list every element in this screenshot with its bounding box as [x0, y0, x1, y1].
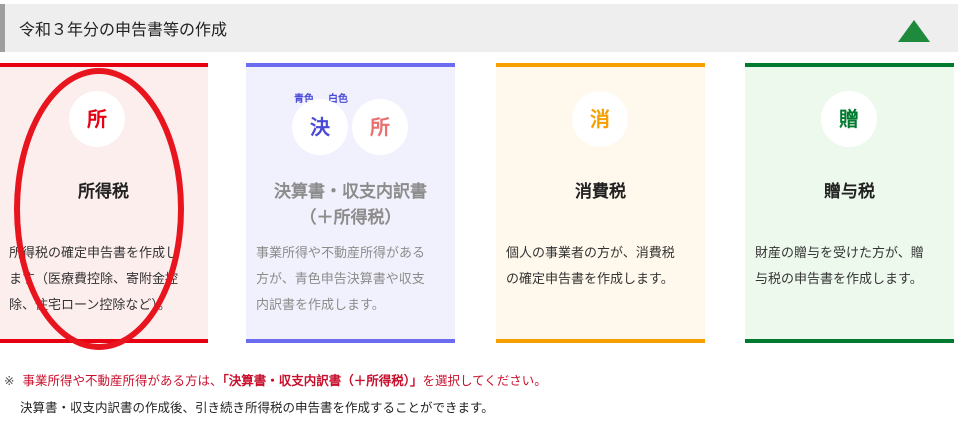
- card-gift-tax[interactable]: 贈 贈与税 財産の贈与を受けた方が、贈 与税の申告書を作成します。: [745, 63, 954, 343]
- note-line-1: ※ 事業所得や不動産所得がある方は、「決算書・収支内訳書（＋所得税）」を選択してく…: [4, 373, 547, 388]
- section-title: 令和３年分の申告書等の作成: [19, 20, 228, 39]
- settlement-income-icon: 所: [352, 99, 408, 155]
- note-prefix: ※: [4, 373, 15, 388]
- collapse-triangle-icon[interactable]: [898, 20, 930, 42]
- section-header[interactable]: 令和３年分の申告書等の作成: [0, 4, 958, 52]
- note-line-2: 決算書・収支内訳書の作成後、引き続き所得税の申告書を作成することができます。: [20, 400, 494, 415]
- card-income-tax-name: 所得税: [78, 182, 129, 202]
- note-highlight: 「決算書・収支内訳書（＋所得税）」: [222, 373, 423, 388]
- card-gift-tax-desc: 財産の贈与を受けた方が、贈 与税の申告書を作成します。: [755, 246, 924, 287]
- income-tax-icon: 所: [69, 91, 125, 147]
- card-gift-tax-name: 贈与税: [824, 182, 875, 202]
- card-settlement-name-1: 決算書・収支内訳書: [274, 182, 427, 202]
- card-consumption-tax-desc: 個人の事業者の方が、消費税 の確定申告書を作成します。: [506, 246, 675, 287]
- card-income-tax-desc: 所得税の確定申告書を作成し ます（医療費控除、寄附金控 除、住宅ローン控除など）…: [9, 246, 179, 313]
- card-consumption-tax-name: 消費税: [575, 182, 626, 202]
- card-settlement[interactable]: 青色 白色 決 所 決算書・収支内訳書 （＋所得税） 事業所得や不動産所得がある…: [246, 63, 455, 343]
- gift-tax-icon: 贈: [821, 91, 877, 147]
- card-settlement-name-2: （＋所得税）: [299, 208, 402, 228]
- settlement-blue-icon: 決: [292, 99, 348, 155]
- consumption-tax-icon: 消: [572, 91, 628, 147]
- card-income-tax[interactable]: 所 所得税 所得税の確定申告書を作成し ます（医療費控除、寄附金控 除、住宅ロー…: [0, 63, 208, 343]
- card-consumption-tax[interactable]: 消 消費税 個人の事業者の方が、消費税 の確定申告書を作成します。: [496, 63, 705, 343]
- card-settlement-desc: 事業所得や不動産所得がある 方が、青色申告決算書や収支 内訳書を作成します。: [256, 246, 426, 313]
